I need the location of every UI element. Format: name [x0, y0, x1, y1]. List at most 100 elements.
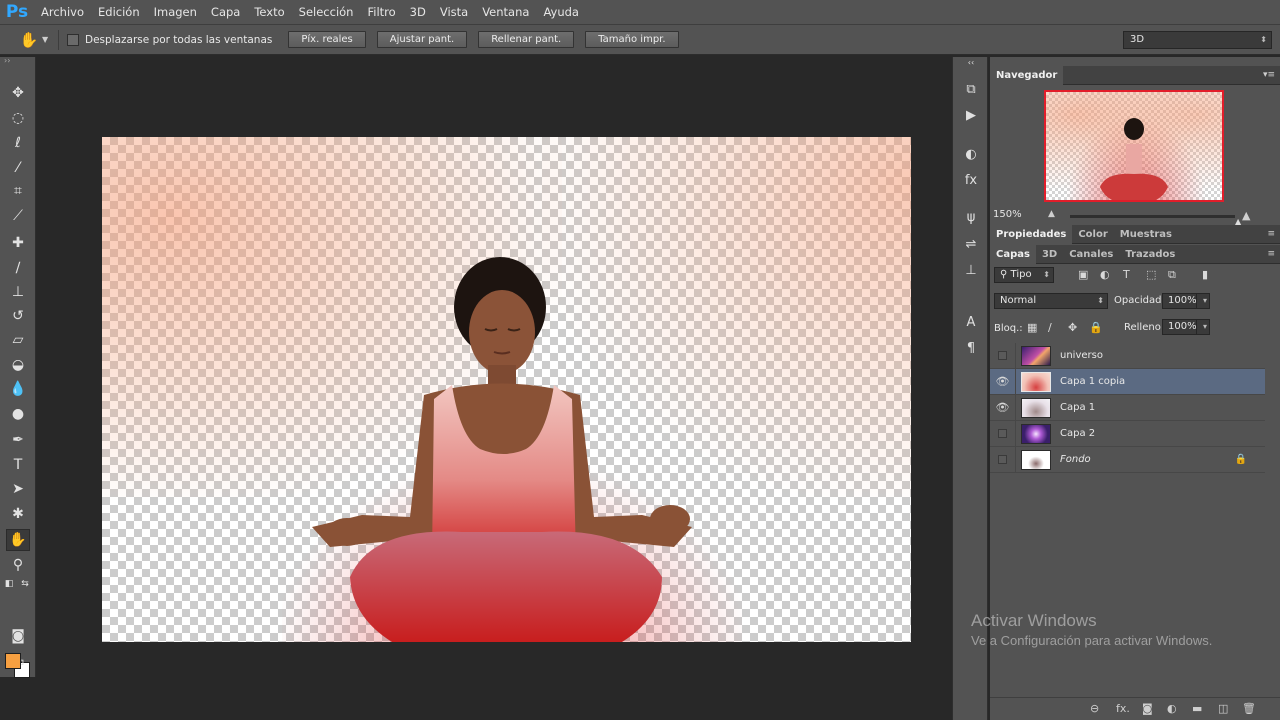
marquee-icon[interactable]: ◌ [6, 107, 30, 129]
workspace-select[interactable]: 3D ⬍ [1123, 31, 1272, 49]
menu-3d[interactable]: 3D [403, 0, 433, 25]
new-layer-icon[interactable]: ◫ [1218, 702, 1228, 715]
chevron-down-icon[interactable]: ▼ [42, 35, 52, 44]
tool-presets-icon[interactable]: ⇌ [960, 234, 982, 254]
panel-grip-icon[interactable]: ›› [0, 57, 35, 65]
layer-row-capa-2[interactable]: Capa 2 [990, 420, 1265, 447]
quick-mask-icon[interactable]: ◙ [6, 625, 30, 647]
path-select-icon[interactable]: ➤ [6, 478, 30, 500]
character-icon[interactable]: A [960, 312, 982, 332]
tab-muestras[interactable]: Muestras [1114, 225, 1178, 244]
lock-image-icon[interactable]: ∕ [1048, 321, 1052, 334]
paragraph-icon[interactable]: ¶ [960, 338, 982, 358]
opacity-dropdown-button[interactable]: ▾ [1196, 293, 1210, 309]
fill-screen-button[interactable]: Rellenar pant. [478, 31, 575, 48]
paint-bucket-icon[interactable]: ◒ [6, 354, 30, 376]
move-icon[interactable]: ✥ [6, 82, 30, 104]
tab-3d[interactable]: 3D [1036, 245, 1063, 264]
document-canvas[interactable] [102, 137, 911, 642]
panel-menu-icon[interactable]: ≡ [1267, 229, 1275, 239]
navigator-thumbnail[interactable] [1044, 90, 1224, 202]
eyedropper-icon[interactable]: ⟋ [6, 205, 30, 227]
menu-ayuda[interactable]: Ayuda [536, 0, 586, 25]
visibility-toggle[interactable] [990, 420, 1016, 447]
layer-filter-select[interactable]: ⚲ Tipo ⬍ [994, 267, 1054, 283]
hand-icon[interactable]: ✋ [6, 529, 30, 551]
layer-row-fondo[interactable]: Fondo 🔒 [990, 446, 1265, 473]
custom-shape-icon[interactable]: ✱ [6, 503, 30, 525]
swap-colors-icon[interactable]: ⇆ [18, 577, 32, 591]
layer-name[interactable]: Capa 1 copia [1060, 376, 1125, 387]
menu-vista[interactable]: Vista [433, 0, 475, 25]
tab-propiedades[interactable]: Propiedades [990, 224, 1073, 244]
filter-toggle-icon[interactable]: ▮ [1202, 268, 1208, 281]
lock-transparent-icon[interactable]: ▦ [1027, 321, 1037, 334]
fill-dropdown-button[interactable]: ▾ [1196, 319, 1210, 335]
layer-name[interactable]: Capa 2 [1060, 428, 1095, 439]
default-colors-icon[interactable]: ◧ [2, 577, 16, 591]
tab-color[interactable]: Color [1072, 225, 1113, 244]
menu-imagen[interactable]: Imagen [147, 0, 204, 25]
panel-menu-icon[interactable]: ▾≡ [1263, 70, 1275, 80]
hand-tool-preset-icon[interactable]: ✋ [18, 29, 40, 51]
visibility-toggle[interactable]: 👁 [990, 394, 1016, 421]
adjustment-layer-icon[interactable]: ◐ [1167, 702, 1177, 715]
tab-capas[interactable]: Capas [990, 244, 1036, 264]
brush-presets-icon[interactable]: ψ [960, 207, 982, 227]
history-icon[interactable]: ⧉ [960, 79, 982, 99]
filter-shape-icon[interactable]: ⬚ [1146, 268, 1156, 281]
visibility-toggle[interactable] [990, 342, 1016, 369]
fit-screen-button[interactable]: Ajustar pant. [376, 31, 468, 48]
menu-ventana[interactable]: Ventana [475, 0, 536, 25]
tab-navegador[interactable]: Navegador [990, 65, 1064, 85]
panel-menu-icon[interactable]: ≡ [1267, 249, 1275, 259]
filter-pixel-icon[interactable]: ▣ [1078, 268, 1088, 281]
menu-edicion[interactable]: Edición [91, 0, 147, 25]
brush-icon[interactable]: ∕ [6, 257, 30, 279]
lock-position-icon[interactable]: ✥ [1068, 321, 1077, 334]
delete-layer-icon[interactable]: 🗑 [1242, 702, 1256, 715]
eraser-icon[interactable]: ▱ [6, 329, 30, 351]
new-group-icon[interactable]: ▬ [1192, 702, 1202, 715]
scroll-all-windows-checkbox[interactable] [67, 33, 79, 46]
pen-icon[interactable]: ✒ [6, 429, 30, 451]
print-size-button[interactable]: Tamaño impr. [585, 31, 679, 48]
layer-name[interactable]: universo [1060, 350, 1103, 361]
add-mask-icon[interactable]: ◙ [1142, 702, 1153, 715]
blur-icon[interactable]: 💧 [6, 378, 30, 400]
layer-row-capa-1-copia[interactable]: 👁 Capa 1 copia [990, 368, 1265, 395]
zoom-level[interactable]: 150% [993, 209, 1022, 220]
blend-mode-select[interactable]: Normal ⬍ [994, 293, 1108, 309]
crop-icon[interactable]: ⌗ [6, 180, 30, 202]
layer-name[interactable]: Fondo [1060, 454, 1091, 465]
zoom-out-icon[interactable]: ▲ [1048, 209, 1055, 219]
visibility-toggle[interactable]: 👁 [990, 368, 1016, 395]
quick-select-icon[interactable]: ⁄ [6, 157, 30, 179]
clone-source-icon[interactable]: ⊥ [960, 260, 982, 280]
zoom-icon[interactable]: ⚲ [6, 554, 30, 576]
zoom-in-icon[interactable]: ▲ [1242, 209, 1250, 222]
link-layers-icon[interactable]: ⊖ [1090, 702, 1099, 715]
styles-icon[interactable]: fx [960, 170, 982, 190]
history-brush-icon[interactable]: ↺ [6, 305, 30, 327]
menu-filtro[interactable]: Filtro [360, 0, 402, 25]
menu-archivo[interactable]: Archivo [34, 0, 91, 25]
layer-name[interactable]: Capa 1 [1060, 402, 1095, 413]
foreground-color-swatch[interactable] [5, 653, 21, 669]
menu-seleccion[interactable]: Selección [292, 0, 361, 25]
layer-row-universo[interactable]: universo [990, 342, 1265, 369]
menu-capa[interactable]: Capa [204, 0, 247, 25]
fx-icon[interactable]: fx. [1116, 702, 1130, 715]
zoom-slider[interactable]: ▲ [1070, 215, 1241, 226]
filter-type-icon[interactable]: T [1123, 268, 1130, 281]
clone-stamp-icon[interactable]: ⊥ [6, 281, 30, 303]
dodge-icon[interactable]: ● [6, 403, 30, 425]
layer-row-capa-1[interactable]: 👁 Capa 1 [990, 394, 1265, 421]
menu-texto[interactable]: Texto [247, 0, 291, 25]
filter-smart-object-icon[interactable]: ⧉ [1168, 268, 1176, 282]
actual-pixels-button[interactable]: Píx. reales [288, 31, 366, 48]
lock-all-icon[interactable]: 🔒 [1089, 321, 1103, 334]
type-icon[interactable]: T [6, 454, 30, 476]
filter-adjustment-icon[interactable]: ◐ [1100, 268, 1110, 281]
actions-play-icon[interactable]: ▶ [960, 105, 982, 125]
